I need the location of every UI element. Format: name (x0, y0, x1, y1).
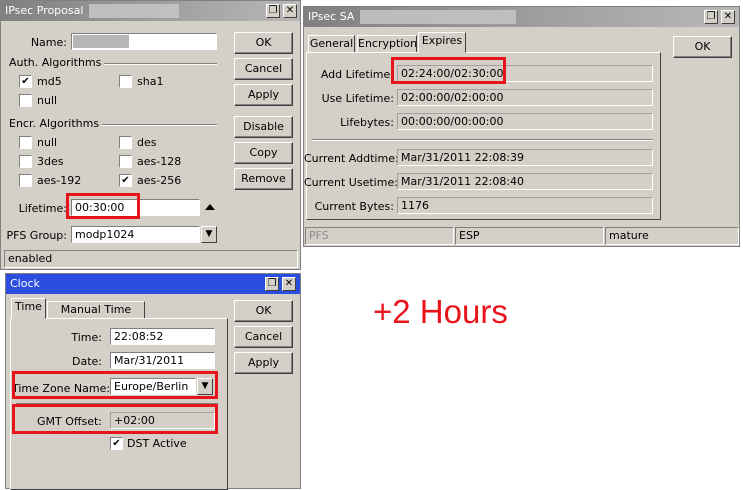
3des-label: 3des (37, 155, 64, 168)
proposal-copy-button[interactable]: Copy (234, 142, 293, 164)
redacted-title-suffix (89, 4, 179, 18)
md5-checkbox[interactable]: ✔ (19, 75, 32, 88)
chevron-down-icon[interactable]: ▼ (201, 226, 217, 243)
aes-128-checkbox[interactable] (119, 155, 132, 168)
time-zone-name-label: Time Zone Name: (12, 382, 111, 395)
close-icon[interactable]: ✕ (282, 277, 296, 291)
ipsec-proposal-window: IPsec Proposal ❐ ✕ Name: Auth. Algorithm… (0, 0, 301, 270)
proposal-ok-button[interactable]: OK (234, 32, 293, 54)
close-icon[interactable]: ✕ (283, 4, 297, 18)
tab-time[interactable]: Time (11, 298, 46, 319)
proposal-status: enabled (4, 250, 298, 268)
chevron-down-icon[interactable]: ▼ (197, 378, 213, 395)
redacted-title-suffix (360, 10, 516, 24)
auth-null-label: null (37, 94, 58, 107)
encr-null-label: null (37, 136, 58, 149)
check-icon: ✔ (121, 175, 130, 186)
sa-separator (312, 139, 653, 141)
current-addtime-field: Mar/31/2011 22:08:39 (397, 149, 653, 166)
sa-status-pfs: PFS (305, 227, 454, 245)
ipsec-sa-window: IPsec SA ❐ ✕ General Encryption Expires … (303, 6, 740, 247)
auth-group-title: Auth. Algorithms (9, 56, 105, 69)
redacted-name (73, 35, 129, 48)
tab-expires[interactable]: Expires (418, 32, 466, 53)
tab-encryption[interactable]: Encryption (357, 35, 417, 53)
pfs-group-label: PFS Group: (6, 229, 67, 242)
md5-label: md5 (37, 75, 62, 88)
ipsec-sa-titlebar[interactable]: IPsec SA ❐ ✕ (304, 7, 739, 27)
clock-window: Clock ❐ ✕ Time Manual Time Zone Time: 22… (5, 273, 301, 490)
window-title: Clock (10, 277, 40, 290)
time-label: Time: (71, 331, 102, 344)
restore-icon[interactable]: ❐ (266, 4, 280, 18)
ipsec-proposal-titlebar[interactable]: IPsec Proposal ❐ ✕ (1, 1, 300, 21)
window-title: IPsec SA (308, 10, 355, 23)
clock-titlebar[interactable]: Clock ❐ ✕ (6, 274, 300, 294)
sha1-label: sha1 (137, 75, 164, 88)
dst-active-checkbox: ✔ (110, 437, 123, 450)
current-bytes-label: Current Bytes: (314, 200, 394, 213)
sa-ok-button[interactable]: OK (673, 36, 732, 58)
current-usetime-label: Current Usetime: (304, 176, 398, 189)
time-zone-select[interactable]: Europe/Berlin (110, 378, 196, 395)
check-icon: ✔ (21, 76, 30, 87)
tab-manual-time-zone[interactable]: Manual Time Zone (47, 301, 145, 332)
tab-general[interactable]: General (308, 35, 355, 53)
restore-icon[interactable]: ❐ (265, 277, 279, 291)
restore-icon[interactable]: ❐ (704, 10, 718, 24)
current-addtime-label: Current Addtime: (304, 152, 399, 165)
time-field[interactable]: 22:08:52 (110, 328, 215, 345)
use-lifetime-label: Use Lifetime: (321, 92, 394, 105)
add-lifetime-label: Add Lifetime: (320, 68, 394, 81)
clock-cancel-button[interactable]: Cancel (234, 326, 293, 348)
sa-status-state: mature (605, 227, 739, 245)
clock-apply-button[interactable]: Apply (234, 352, 293, 374)
window-title: IPsec Proposal (5, 4, 84, 17)
add-lifetime-field: 02:24:00/02:30:00 (397, 65, 653, 82)
date-field[interactable]: Mar/31/2011 (110, 352, 215, 369)
auth-null-checkbox[interactable] (19, 94, 32, 107)
encr-group-title: Encr. Algorithms (9, 117, 103, 130)
close-icon[interactable]: ✕ (721, 10, 735, 24)
name-label: Name: (30, 36, 67, 49)
aes-256-checkbox[interactable]: ✔ (119, 174, 132, 187)
check-icon: ✔ (112, 438, 121, 449)
current-bytes-field: 1176 (397, 197, 653, 214)
pfs-group-select[interactable]: modp1024 (71, 226, 200, 243)
des-checkbox[interactable] (119, 136, 132, 149)
lifebytes-label: Lifebytes: (340, 116, 394, 129)
dst-active-label: DST Active (127, 437, 187, 450)
aes-256-label: aes-256 (137, 174, 182, 187)
clock-ok-button[interactable]: OK (234, 300, 293, 322)
aes-128-label: aes-128 (137, 155, 182, 168)
aes-192-label: aes-192 (37, 174, 82, 187)
gmt-offset-field: +02:00 (110, 412, 215, 429)
aes-192-checkbox[interactable] (19, 174, 32, 187)
proposal-remove-button[interactable]: Remove (234, 168, 293, 190)
lifebytes-field: 00:00:00/00:00:00 (397, 113, 653, 130)
lifetime-field[interactable]: 00:30:00 (71, 199, 200, 216)
clock-separator (16, 403, 218, 405)
lifetime-label: Lifetime: (18, 202, 67, 215)
proposal-apply-button[interactable]: Apply (234, 84, 293, 106)
use-lifetime-field: 02:00:00/02:00:00 (397, 89, 653, 106)
annotation-text: +2 Hours (373, 293, 508, 330)
3des-checkbox[interactable] (19, 155, 32, 168)
date-label: Date: (72, 355, 102, 368)
current-usetime-field: Mar/31/2011 22:08:40 (397, 173, 653, 190)
proposal-disable-button[interactable]: Disable (234, 116, 293, 138)
collapse-arrow-icon[interactable] (205, 204, 215, 210)
proposal-cancel-button[interactable]: Cancel (234, 58, 293, 80)
gmt-offset-label: GMT Offset: (37, 415, 102, 428)
encr-null-checkbox[interactable] (19, 136, 32, 149)
des-label: des (137, 136, 157, 149)
sha1-checkbox[interactable] (119, 75, 132, 88)
sa-status-esp: ESP (455, 227, 604, 245)
